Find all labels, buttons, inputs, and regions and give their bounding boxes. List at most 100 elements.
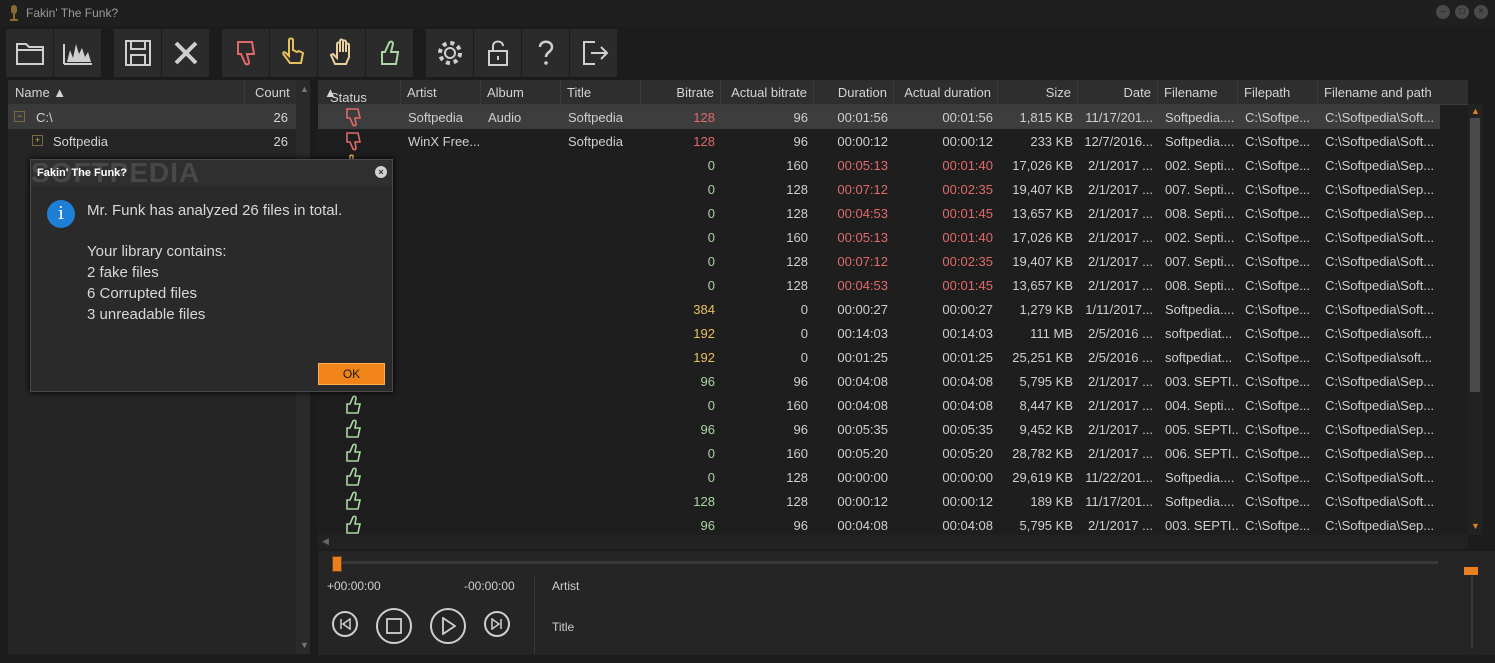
table-row[interactable]: 96 96 00:04:08 00:04:08 5,795 KB 2/1/2017 ...… [318, 513, 1440, 535]
collapse-icon[interactable]: − [14, 111, 25, 122]
cell-size: 8,447 KB [1019, 398, 1074, 413]
table-row[interactable]: 384 0 00:00:27 00:00:27 1,279 KB 1/11/2017...… [318, 297, 1440, 321]
cell-date: 11/22/201... [1085, 470, 1153, 485]
cell-actual-duration: 00:02:35 [942, 254, 993, 269]
col-bitrate[interactable]: Bitrate [640, 80, 720, 104]
remaining-time: -00:00:00 [464, 579, 515, 593]
filter-corrupt-button[interactable] [270, 29, 318, 77]
filter-unreadable-button[interactable] [318, 29, 366, 77]
col-date[interactable]: Date [1077, 80, 1157, 104]
tree-col-name[interactable]: Name ▲ [15, 85, 66, 100]
help-icon [538, 40, 553, 65]
col-album[interactable]: Album [480, 80, 560, 104]
table-row[interactable]: WinX Free... Softpedia 128 96 00:00:12 00:00:… [318, 129, 1440, 153]
table-row[interactable]: 0 128 00:07:12 00:02:35 19,407 KB 2/1/2017 ..… [318, 177, 1440, 201]
cell-size: 111 MB [1030, 326, 1073, 341]
col-title[interactable]: Title [560, 80, 640, 104]
cell-bitrate: 0 [707, 446, 715, 461]
previous-button[interactable] [332, 611, 358, 637]
expand-icon[interactable]: + [32, 135, 43, 146]
cell-duration: 00:00:27 [837, 302, 888, 317]
unlock-button[interactable] [474, 29, 522, 77]
table-row[interactable]: 192 0 00:01:25 00:01:25 25,251 KB 2/5/2016 ..… [318, 345, 1440, 369]
table-row[interactable]: 0 160 00:05:20 00:05:20 28,782 KB 2/1/2017 ..… [318, 441, 1440, 465]
col-duration[interactable]: Duration [813, 80, 893, 104]
seek-thumb[interactable] [332, 556, 342, 572]
cell-filename: Softpedia.... [1165, 302, 1235, 317]
scroll-down-icon[interactable]: ▼ [1471, 521, 1480, 531]
tree-row-softpedia[interactable]: + Softpedia 26 [8, 129, 296, 153]
cell-bitrate: 128 [693, 134, 715, 149]
filter-ok-button[interactable] [366, 29, 414, 77]
table-row[interactable]: Softpedia Audio Softpedia 128 96 00:01:56 00:0… [318, 105, 1440, 129]
cell-size: 17,026 KB [1012, 230, 1073, 245]
table-row[interactable]: 0 128 00:04:53 00:01:45 13,657 KB 2/1/2017 ..… [318, 273, 1440, 297]
grid-horizontal-scrollbar[interactable]: ◀ [318, 535, 1468, 549]
table-row[interactable]: 0 128 00:04:53 00:01:45 13,657 KB 2/1/2017 ..… [318, 201, 1440, 225]
volume-thumb[interactable] [1464, 567, 1478, 575]
exit-button[interactable] [570, 29, 618, 77]
col-filepath[interactable]: Filepath [1237, 80, 1317, 104]
ok-button[interactable]: OK [318, 363, 385, 385]
cell-filename: 003. SEPTI... [1165, 518, 1239, 533]
help-button[interactable] [522, 29, 570, 77]
cell-duration: 00:04:53 [837, 206, 888, 221]
tree-col-count[interactable]: Count [244, 80, 297, 104]
scroll-thumb[interactable] [1470, 118, 1480, 392]
cell-date: 2/1/2017 ... [1087, 446, 1153, 461]
cell-size: 17,026 KB [1012, 158, 1073, 173]
scroll-up-icon[interactable]: ▲ [300, 84, 309, 94]
settings-button[interactable] [426, 29, 474, 77]
scroll-left-icon[interactable]: ◀ [322, 536, 329, 547]
table-row[interactable]: 96 96 00:05:35 00:05:35 9,452 KB 2/1/2017 ...… [318, 417, 1440, 441]
col-actual-duration[interactable]: Actual duration [893, 80, 997, 104]
table-row[interactable]: 0 160 00:04:08 00:04:08 8,447 KB 2/1/2017 ...… [318, 393, 1440, 417]
table-row[interactable]: 128 128 00:00:12 00:00:12 189 KB 11/17/201...… [318, 489, 1440, 513]
cell-filepath: C:\Softpe... [1245, 134, 1311, 149]
col-artist[interactable]: Artist [400, 80, 480, 104]
tree-row-root[interactable]: − C:\ 26 [8, 105, 296, 129]
volume-track[interactable] [1471, 575, 1473, 649]
grid-vertical-scrollbar[interactable]: ▲ ▼ [1468, 104, 1482, 535]
cell-bitrate: 96 [700, 374, 715, 389]
tree-row-count: 26 [273, 110, 288, 125]
seek-track[interactable] [334, 561, 1438, 564]
table-row[interactable]: 192 0 00:14:03 00:14:03 111 MB 2/5/2016 ... so… [318, 321, 1440, 345]
table-row[interactable]: 96 96 00:04:08 00:04:08 5,795 KB 2/1/2017 ...… [318, 369, 1440, 393]
col-filename[interactable]: Filename [1157, 80, 1237, 104]
cell-filepath: C:\Softpe... [1245, 374, 1311, 389]
cell-actual-bitrate: 96 [793, 518, 808, 533]
col-actual-bitrate[interactable]: Actual bitrate [720, 80, 813, 104]
close-button[interactable]: × [1474, 5, 1488, 19]
scroll-up-icon[interactable]: ▲ [1471, 106, 1480, 116]
filter-fake-button[interactable] [222, 29, 270, 77]
scroll-down-icon[interactable]: ▼ [300, 640, 309, 650]
table-row[interactable]: 0 128 00:07:12 00:02:35 19,407 KB 2/1/2017 ..… [318, 249, 1440, 273]
dialog-close-icon[interactable]: × [375, 166, 387, 178]
next-button[interactable] [484, 611, 510, 637]
cell-actual-bitrate: 128 [786, 254, 808, 269]
col-status[interactable]: Status ▲ [318, 80, 400, 105]
spectrum-button[interactable] [54, 29, 102, 77]
cell-bitrate: 128 [693, 494, 715, 509]
maximize-button[interactable]: □ [1455, 5, 1469, 19]
minimize-button[interactable]: – [1436, 5, 1450, 19]
dialog-corrupted-count: 6 Corrupted files [87, 285, 198, 302]
col-size[interactable]: Size [997, 80, 1077, 104]
cell-size: 19,407 KB [1012, 254, 1073, 269]
play-button[interactable] [430, 608, 466, 644]
save-button[interactable] [114, 29, 162, 77]
clear-button[interactable] [162, 29, 210, 77]
table-row[interactable]: 0 128 00:00:00 00:00:00 29,619 KB 11/22/201..… [318, 465, 1440, 489]
open-folder-button[interactable] [6, 29, 54, 77]
col-filename-and-path[interactable]: Filename and path [1317, 80, 1468, 104]
cell-filename: Softpedia.... [1165, 494, 1235, 509]
table-row[interactable]: 0 160 00:05:13 00:01:40 17,026 KB 2/1/2017 ..… [318, 153, 1440, 177]
file-grid: Status ▲ Artist Album Title Bitrate Actu… [318, 80, 1468, 535]
cell-actual-bitrate: 128 [786, 206, 808, 221]
table-row[interactable]: 0 160 00:05:13 00:01:40 17,026 KB 2/1/2017 ..… [318, 225, 1440, 249]
skip-back-icon [340, 618, 351, 630]
cell-actual-duration: 00:01:56 [942, 110, 993, 125]
stop-button[interactable] [376, 608, 412, 644]
tree-header: Name ▲ Count [8, 80, 296, 105]
